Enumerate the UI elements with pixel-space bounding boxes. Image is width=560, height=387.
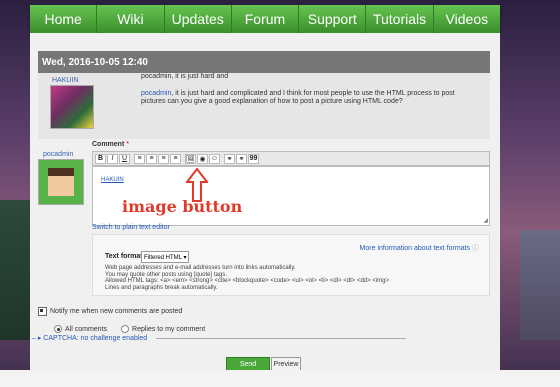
smiley-button[interactable]: ☺ [209,153,220,164]
send-button[interactable]: Send [226,357,270,371]
text-format-box: More information about text formats ⓘ Te… [92,234,490,296]
nav-home[interactable]: Home [30,5,98,33]
italic-button[interactable]: I [107,153,118,164]
captcha-divider [156,338,406,339]
nav-videos[interactable]: Videos [433,5,500,33]
more-info-link[interactable]: More information about text formats ⓘ [360,243,479,253]
text-format-select[interactable]: Filtered HTML ▾ [141,251,190,263]
resize-grip-icon[interactable]: ◢ [483,217,488,224]
post-mention-link[interactable]: pocadmin [141,90,171,97]
nav-tutorials[interactable]: Tutorials [366,5,434,33]
align-left-button[interactable]: ≡ [134,153,145,164]
post-text: pocadmin, it is just hard and complicate… [141,90,471,106]
comment-editor[interactable]: HAKUIN ◢ [92,166,490,226]
preview-button[interactable]: Preview [271,357,301,371]
post-body [38,73,490,139]
captcha-legend[interactable]: – ▸ CAPTCHA: no challenge enabled [32,334,147,342]
notify-checkbox[interactable] [38,307,47,316]
post-date-header: Wed, 2016-10-05 12:40 [38,51,490,73]
editor-content: HAKUIN [101,177,124,183]
image-button[interactable]: 🖼 [185,153,196,164]
help-icon: ⓘ [472,245,479,252]
text-format-label: Text format [105,253,143,260]
nav-wiki[interactable]: Wiki [97,5,165,33]
content-panel: Wed, 2016-10-05 12:40 HAKUIN pocadmin, i… [30,33,500,387]
post-author[interactable]: HAKUIN [52,77,78,84]
comment-label: Comment * [92,141,129,148]
underline-button[interactable]: U [119,153,130,164]
unlink-button[interactable]: ⚭ [236,153,247,164]
post-text-rest: , it is just hard and complicated and I … [141,90,455,105]
justify-button[interactable]: ≡ [170,153,181,164]
format-tips: Web page addresses and e-mail addresses … [105,265,389,291]
main-nav: Home Wiki Updates Forum Support Tutorial… [30,5,500,33]
radio-all-comments[interactable]: All comments [54,325,107,333]
notify-options: All comments Replies to my comment [54,325,205,333]
post-quote-line: pocadmin, it is just hard and [141,73,229,80]
nav-support[interactable]: Support [299,5,367,33]
background-right-decor [520,230,560,340]
post-author-avatar[interactable] [50,85,94,129]
align-center-button[interactable]: ≡ [146,153,157,164]
notify-checkbox-row[interactable]: Notify me when new comments are posted [38,307,182,316]
nav-updates[interactable]: Updates [164,5,232,33]
bold-button[interactable]: B [95,153,106,164]
radio-replies[interactable]: Replies to my comment [121,325,205,333]
reply-username[interactable]: pocadmin [43,151,73,158]
align-right-button[interactable]: ≡ [158,153,169,164]
annotation-label: image button [122,197,243,216]
editor-toolbar: B I U ≡ ≡ ≡ ≡ 🖼 ◉ ☺ ⚭ ⚭ 99 [92,151,490,166]
link-button[interactable]: ⚭ [224,153,235,164]
media-button[interactable]: ◉ [197,153,208,164]
reply-user-avatar[interactable] [38,159,84,205]
quote-button[interactable]: 99 [248,153,259,164]
page-footer [0,370,560,387]
nav-forum[interactable]: Forum [231,5,300,33]
plain-text-editor-link[interactable]: Switch to plain text editor [92,224,170,231]
